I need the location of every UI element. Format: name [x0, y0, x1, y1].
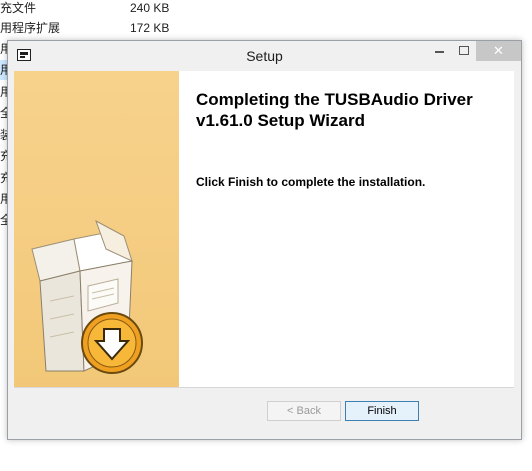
wizard-heading: Completing the TUSBAudio Driver v1.61.0 … [196, 90, 473, 130]
close-icon: ✕ [493, 43, 504, 58]
file-type: 用程序扩展 [0, 21, 61, 35]
software-box-icon [31, 219, 143, 374]
wizard-content: Completing the TUSBAudio Driver v1.61.0 … [14, 71, 514, 387]
file-type: 充文件 [0, 1, 37, 15]
file-row[interactable]: 用程序扩展 172 KB [0, 19, 200, 38]
wizard-side-banner [14, 71, 179, 387]
minimize-icon [434, 50, 444, 53]
minimize-button[interactable] [426, 41, 452, 61]
button-bar: < Back Finish [14, 387, 514, 434]
maximize-button[interactable] [452, 41, 476, 61]
file-size: 172 KB [130, 21, 170, 35]
back-button[interactable]: < Back [267, 401, 341, 421]
file-size: 240 KB [130, 1, 170, 15]
wizard-instruction: Click Finish to complete the installatio… [196, 175, 426, 189]
maximize-icon [459, 46, 469, 56]
file-row[interactable]: 充文件 240 KB [0, 0, 200, 18]
finish-button[interactable]: Finish [345, 401, 419, 421]
title-bar[interactable]: Setup ✕ [8, 41, 521, 71]
setup-window: Setup ✕ Completing the TUSBAudio Driver … [7, 40, 522, 440]
close-button[interactable]: ✕ [476, 41, 521, 61]
